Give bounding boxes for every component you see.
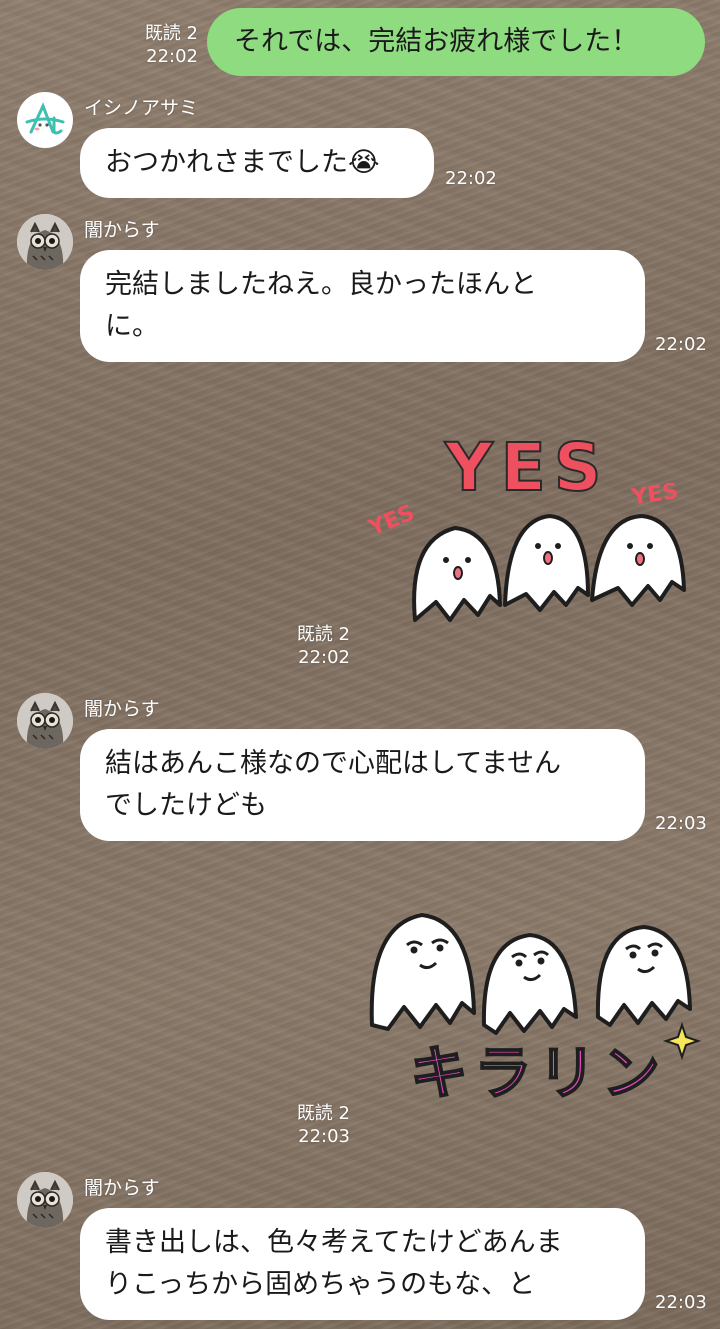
sticker-main-text: キラリン: [410, 1039, 666, 1105]
message-text-line: りこっちから固めちゃうのもな、と: [105, 1269, 536, 1300]
sticker-small-text-right: YES: [629, 479, 680, 510]
sender-name: 闇からす: [84, 219, 160, 241]
ghost-yes-sticker-icon: YES YES YES: [365, 428, 686, 622]
sticker-small-text-left: YES: [365, 501, 419, 542]
my-message-bubble[interactable]: それでは、完結お疲れ様でした！: [207, 8, 705, 76]
avatar[interactable]: [17, 1172, 73, 1228]
message-text-line: 結はあんこ様なので心配はしてません: [105, 748, 562, 779]
sender-name: 闇からす: [84, 698, 160, 720]
message-time: 22:03: [655, 813, 707, 834]
message-time: 22:02: [445, 168, 497, 189]
owl-avatar-icon: [17, 693, 73, 749]
read-receipt: 既読 2 22:03: [296, 1103, 350, 1147]
kirarin-sticker[interactable]: キラリン: [362, 905, 702, 1108]
their-message-bubble[interactable]: 完結しましたねえ。良かったほんと に。: [80, 250, 645, 362]
owl-avatar-icon: [17, 214, 73, 270]
read-receipt: 既読 2 22:02: [296, 624, 350, 668]
message-text: おつかれさまでした😭: [105, 147, 380, 178]
message-text-line: に。: [105, 311, 159, 342]
their-message-bubble[interactable]: 結はあんこ様なので心配はしてません でしたけども: [80, 729, 645, 841]
letter-a-avatar-icon: [25, 102, 65, 135]
their-message-bubble[interactable]: おつかれさまでした😭: [80, 128, 434, 198]
message-text-line: 書き出しは、色々考えてたけどあんま: [105, 1227, 563, 1258]
their-message-bubble[interactable]: 書き出しは、色々考えてたけどあんま りこっちから固めちゃうのもな、と: [80, 1208, 645, 1320]
message-text-line: でしたけども: [105, 790, 267, 821]
sender-name: 闇からす: [84, 1177, 160, 1199]
message-time: 22:02: [655, 334, 707, 355]
avatar[interactable]: [17, 693, 73, 749]
avatar[interactable]: [17, 92, 73, 148]
sender-name: イシノアサミ: [84, 97, 199, 119]
read-receipt: 既読 2 22:02: [144, 23, 198, 67]
yes-sticker[interactable]: YES YES YES: [360, 420, 700, 630]
owl-avatar-icon: [17, 1172, 73, 1228]
message-text: それでは、完結お疲れ様でした！: [234, 26, 639, 57]
message-text-line: 完結しましたねえ。良かったほんと: [105, 269, 537, 300]
message-time: 22:03: [655, 1292, 707, 1313]
sticker-main-text: YES: [444, 429, 609, 506]
ghost-kirarin-sticker-icon: キラリン: [369, 913, 702, 1108]
avatar[interactable]: [17, 214, 73, 270]
